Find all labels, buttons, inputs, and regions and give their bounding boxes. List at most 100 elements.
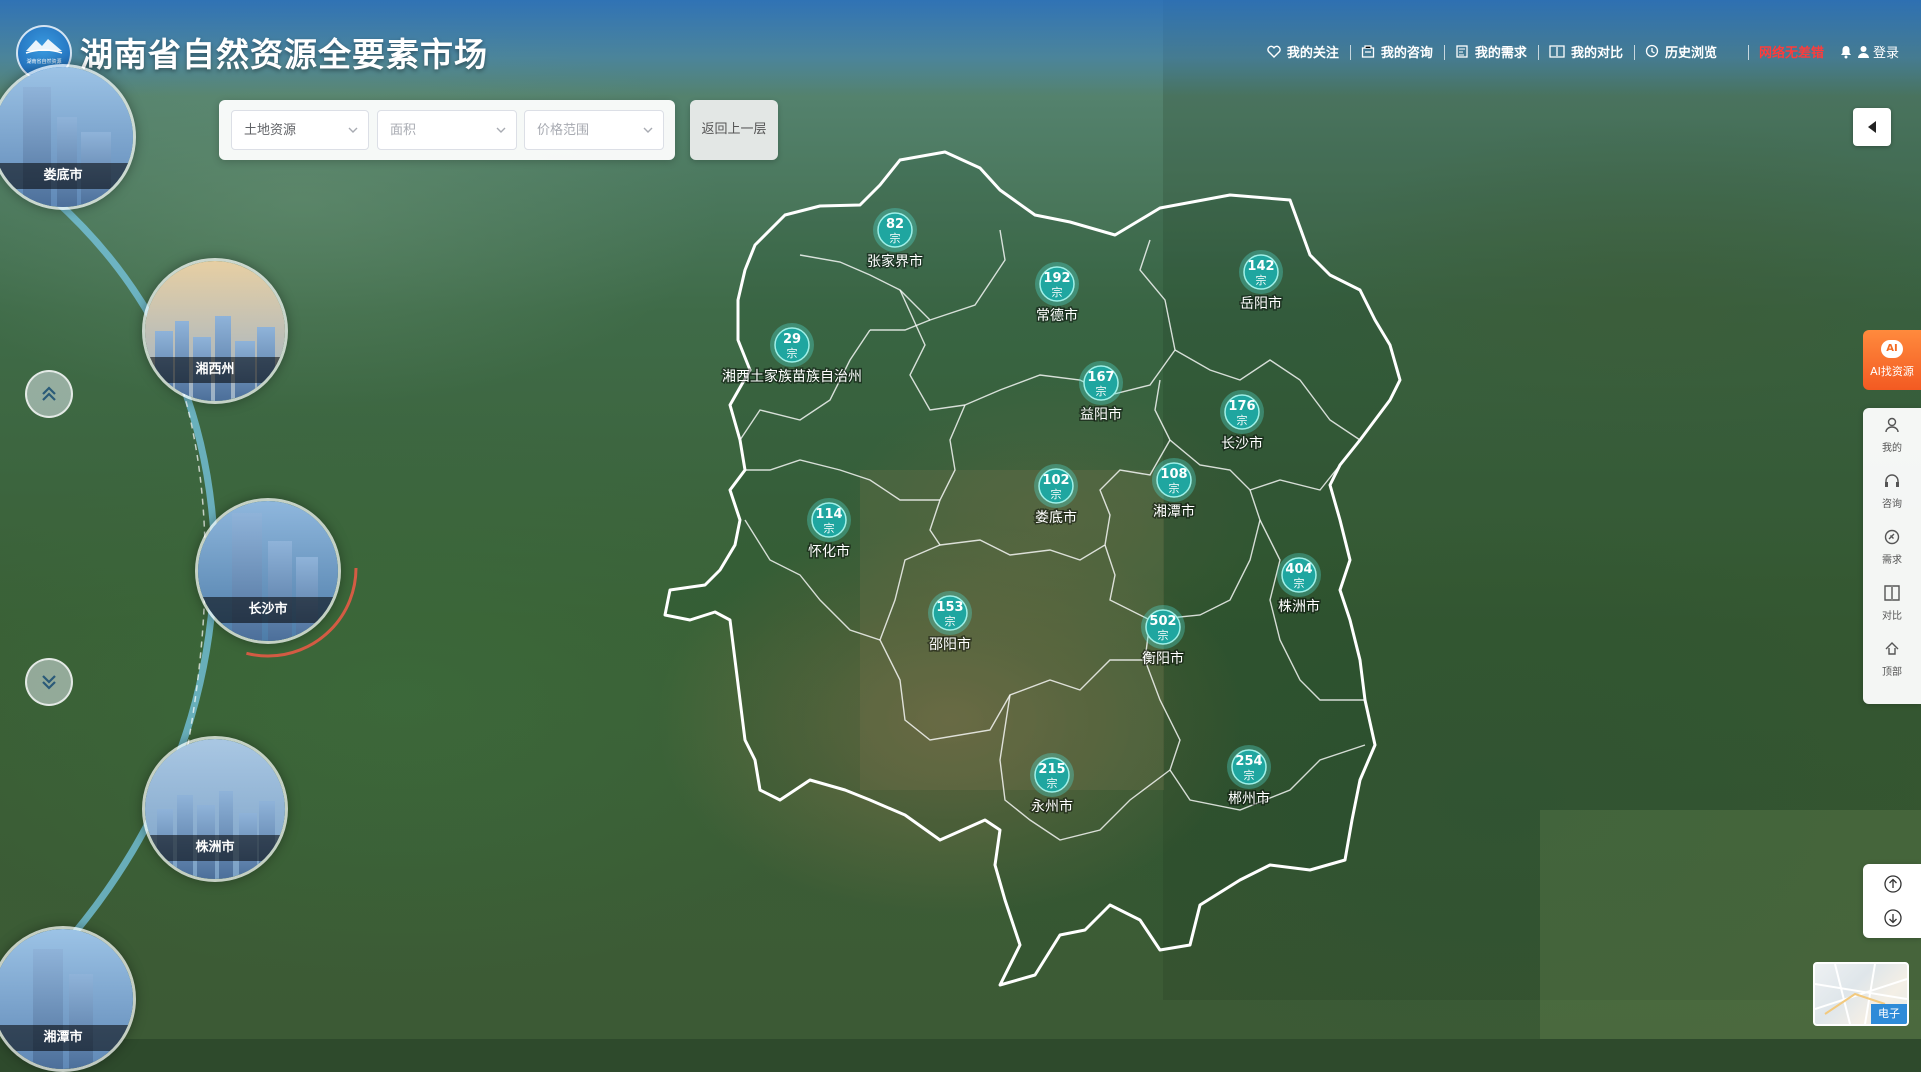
marker-unit: 宗 bbox=[1244, 768, 1255, 782]
chevron-down-icon bbox=[643, 127, 653, 133]
scroll-tools bbox=[1863, 864, 1921, 938]
consult-icon bbox=[1361, 44, 1375, 58]
region-name-label: 衡阳市 bbox=[1142, 650, 1184, 667]
marker-count: 502 bbox=[1149, 614, 1176, 629]
nav-my-consult[interactable]: 我的咨询 bbox=[1349, 42, 1444, 61]
tool-consult[interactable]: 咨询 bbox=[1863, 464, 1921, 520]
region-name-label: 长沙市 bbox=[1221, 435, 1263, 452]
region-name-label: 常德市 bbox=[1036, 307, 1078, 324]
region-marker[interactable]: 108宗湘潭市 bbox=[1152, 458, 1197, 522]
region-marker[interactable]: 102宗娄底市 bbox=[1034, 464, 1079, 528]
nav-label: 我的对比 bbox=[1570, 45, 1623, 61]
marker-count: 167 bbox=[1087, 370, 1114, 385]
region-marker[interactable]: 502宗衡阳市 bbox=[1141, 605, 1186, 669]
region-marker[interactable]: 215宗永州市 bbox=[1030, 753, 1075, 817]
user-icon[interactable] bbox=[1857, 45, 1870, 58]
scroll-up-button[interactable] bbox=[1883, 874, 1903, 894]
city-bubble-changsha[interactable]: 长沙市 bbox=[195, 498, 341, 644]
marker-unit: 宗 bbox=[1047, 776, 1058, 790]
marker-count: 192 bbox=[1043, 271, 1070, 286]
back-button[interactable]: 返回上一层 bbox=[690, 100, 778, 160]
region-name-label: 邵阳市 bbox=[929, 636, 971, 653]
region-marker[interactable]: 142宗岳阳市 bbox=[1239, 250, 1284, 314]
nav-my-compare[interactable]: 我的对比 bbox=[1537, 42, 1634, 61]
scroll-down-button[interactable] bbox=[1883, 908, 1903, 928]
region-name-label: 郴州市 bbox=[1228, 790, 1270, 807]
tool-label: 对比 bbox=[1882, 611, 1902, 622]
marker-unit: 宗 bbox=[1051, 487, 1062, 501]
region-name-label: 张家界市 bbox=[867, 253, 923, 270]
marker-count: 108 bbox=[1160, 467, 1187, 482]
city-bubble-loudi[interactable]: 娄底市 bbox=[0, 64, 136, 210]
marker-unit: 宗 bbox=[1169, 481, 1180, 495]
top-nav: 我的关注 我的咨询 我的需求 我的对比 历史浏览 网络无差错 登录 bbox=[1256, 40, 1899, 62]
marker-count: 254 bbox=[1235, 754, 1262, 769]
collapse-panel-button[interactable] bbox=[1853, 108, 1891, 146]
city-label: 娄底市 bbox=[0, 163, 133, 189]
marker-count: 102 bbox=[1042, 473, 1069, 488]
ai-badge-icon: AI bbox=[1881, 340, 1903, 358]
nav-label: 历史浏览 bbox=[1664, 45, 1717, 61]
marker-count: 29 bbox=[783, 332, 801, 347]
marker-unit: 宗 bbox=[824, 521, 835, 535]
chevron-down-icon bbox=[496, 127, 506, 133]
marker-unit: 宗 bbox=[1096, 384, 1107, 398]
base-layer-switch[interactable]: 电子 bbox=[1813, 962, 1909, 1026]
marker-unit: 宗 bbox=[787, 346, 798, 360]
history-icon bbox=[1645, 44, 1659, 58]
headset-icon bbox=[1885, 474, 1899, 487]
region-marker[interactable]: 114宗怀化市 bbox=[807, 498, 852, 562]
tool-my[interactable]: 我的 bbox=[1863, 408, 1921, 464]
double-chevron-down-icon bbox=[42, 675, 56, 690]
marker-count: 82 bbox=[886, 217, 904, 232]
nav-my-follow[interactable]: 我的关注 bbox=[1256, 42, 1350, 61]
marker-unit: 宗 bbox=[1052, 285, 1063, 299]
carousel-down-button[interactable] bbox=[25, 658, 73, 706]
marker-unit: 宗 bbox=[1158, 628, 1169, 642]
base-layer-label: 电子 bbox=[1871, 1004, 1907, 1024]
region-marker[interactable]: 404宗株洲市 bbox=[1277, 553, 1322, 617]
carousel-up-button[interactable] bbox=[25, 370, 73, 418]
tool-compare[interactable]: 对比 bbox=[1863, 576, 1921, 632]
to-top-icon bbox=[1885, 642, 1899, 655]
city-label: 长沙市 bbox=[198, 597, 338, 623]
marker-unit: 宗 bbox=[890, 231, 901, 245]
city-bubble-zhuzhou[interactable]: 株洲市 bbox=[142, 736, 288, 882]
region-marker[interactable]: 176宗长沙市 bbox=[1220, 390, 1265, 454]
tool-label: 顶部 bbox=[1882, 667, 1902, 678]
nav-history[interactable]: 历史浏览 bbox=[1633, 42, 1728, 61]
region-name-label: 益阳市 bbox=[1080, 406, 1122, 423]
marker-count: 142 bbox=[1247, 259, 1274, 274]
price-range-select[interactable]: 价格范围 bbox=[524, 110, 664, 150]
heart-icon bbox=[1267, 45, 1281, 58]
arrow-up-circle-icon bbox=[1884, 875, 1902, 893]
region-name-label: 娄底市 bbox=[1035, 509, 1077, 526]
region-marker[interactable]: 254宗郴州市 bbox=[1227, 745, 1272, 809]
city-bubble-xiangtan[interactable]: 湘潭市 bbox=[0, 926, 136, 1072]
tool-demand[interactable]: 需求 bbox=[1863, 520, 1921, 576]
login-link[interactable]: 登录 bbox=[1873, 42, 1899, 61]
bell-icon[interactable] bbox=[1839, 44, 1853, 59]
region-name-label: 株洲市 bbox=[1278, 598, 1320, 615]
tool-label: 需求 bbox=[1882, 555, 1902, 566]
ai-label: AI找资源 bbox=[1870, 365, 1914, 378]
arrow-down-circle-icon bbox=[1884, 909, 1902, 927]
region-marker[interactable]: 153宗邵阳市 bbox=[928, 591, 973, 655]
marker-count: 215 bbox=[1038, 762, 1065, 777]
tool-to-top[interactable]: 顶部 bbox=[1863, 632, 1921, 688]
price-placeholder: 价格范围 bbox=[537, 123, 590, 138]
nav-my-demand[interactable]: 我的需求 bbox=[1443, 42, 1538, 61]
marker-unit: 宗 bbox=[1256, 273, 1267, 287]
user-icon bbox=[1885, 417, 1899, 433]
region-marker[interactable]: 167宗益阳市 bbox=[1079, 361, 1124, 425]
double-chevron-up-icon bbox=[42, 386, 56, 401]
ai-find-resource-button[interactable]: AI AI找资源 bbox=[1863, 330, 1921, 390]
demand-icon bbox=[1456, 44, 1468, 58]
marker-unit: 宗 bbox=[945, 614, 956, 628]
city-bubble-xiangxi[interactable]: 湘西州 bbox=[142, 258, 288, 404]
region-marker[interactable]: 192宗常德市 bbox=[1035, 262, 1080, 326]
region-name-label: 岳阳市 bbox=[1240, 295, 1282, 312]
compare-icon bbox=[1549, 44, 1565, 58]
tool-label: 我的 bbox=[1882, 443, 1902, 454]
side-toolbar: 我的 咨询 需求 对比 顶部 bbox=[1863, 408, 1921, 704]
